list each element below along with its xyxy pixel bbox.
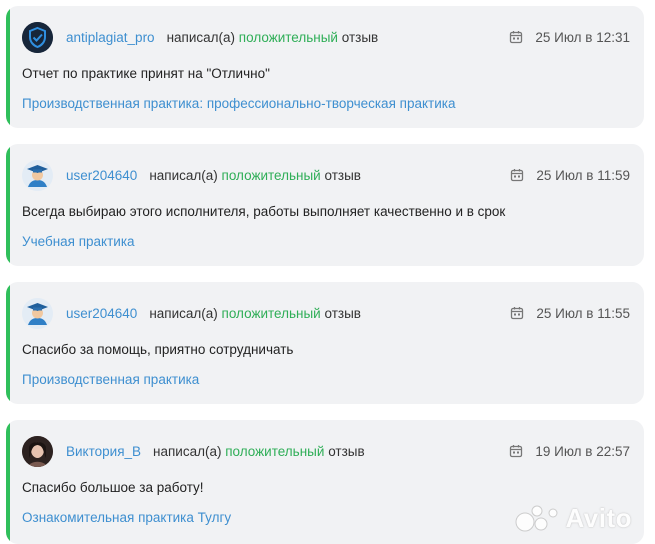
review-card: Виктория_В написал(а) положительный отзы… (6, 420, 644, 544)
author-name[interactable]: user204640 (66, 306, 137, 321)
avito-logo-icon (515, 505, 558, 531)
review-header: user204640 написал(а) положительный отзы… (22, 296, 630, 330)
sentiment-label: положительный (221, 167, 321, 183)
review-header: user204640 написал(а) положительный отзы… (22, 158, 630, 192)
review-subject-link[interactable]: Производственная практика: профессиональ… (22, 96, 455, 111)
review-text: Спасибо за помощь, приятно сотрудничать (22, 342, 294, 357)
review-subject-link[interactable]: Ознакомительная практика Тулгу (22, 510, 231, 525)
action-suffix: отзыв (328, 443, 365, 459)
sentiment-label: положительный (238, 29, 338, 45)
author-name[interactable]: Виктория_В (66, 444, 141, 459)
review-action: написал(а) положительный отзыв (167, 30, 379, 45)
author-name[interactable]: antiplagiat_pro (66, 30, 155, 45)
review-card: user204640 написал(а) положительный отзы… (6, 282, 644, 404)
avito-watermark: Avito (515, 503, 632, 534)
review-text: Всегда выбираю этого исполнителя, работы… (22, 204, 506, 219)
action-prefix: написал(а) (153, 443, 222, 459)
photo-avatar-icon (22, 435, 53, 467)
review-action: написал(а) положительный отзыв (153, 444, 365, 459)
graduate-avatar-icon (22, 159, 53, 191)
avatar[interactable] (22, 435, 53, 467)
review-card: antiplagiat_pro написал(а) положительный… (6, 6, 644, 128)
calendar-icon (510, 31, 523, 44)
action-prefix: написал(а) (166, 29, 236, 45)
review-text: Спасибо большое за работу! (22, 480, 204, 495)
avatar[interactable] (22, 297, 53, 329)
review-date: 19 Июл в 22:57 (535, 443, 630, 459)
calendar-icon (511, 307, 524, 320)
action-prefix: написал(а) (149, 305, 218, 321)
action-suffix: отзыв (341, 29, 379, 45)
action-prefix: написал(а) (149, 167, 218, 183)
review-header: Виктория_В написал(а) положительный отзы… (22, 434, 630, 468)
review-subject-link[interactable]: Производственная практика (22, 372, 199, 387)
author-name[interactable]: user204640 (66, 168, 137, 183)
action-suffix: отзыв (324, 305, 361, 321)
shield-logo-icon (22, 21, 53, 53)
review-date: 25 Июл в 11:59 (536, 167, 630, 183)
review-text: Отчет по практике принят на "Отлично" (22, 66, 270, 81)
calendar-icon (511, 169, 524, 182)
review-subject-link[interactable]: Учебная практика (22, 234, 135, 249)
review-action: написал(а) положительный отзыв (149, 306, 361, 321)
sentiment-label: положительный (221, 305, 321, 321)
sentiment-label: положительный (225, 443, 325, 459)
review-action: написал(а) положительный отзыв (149, 168, 361, 183)
watermark-text: Avito (565, 503, 632, 533)
review-header: antiplagiat_pro написал(а) положительный… (22, 20, 630, 54)
avatar[interactable] (22, 159, 53, 191)
graduate-avatar-icon (22, 297, 53, 329)
review-date: 25 Июл в 12:31 (535, 29, 630, 45)
calendar-icon (510, 445, 523, 458)
action-suffix: отзыв (324, 167, 361, 183)
review-date: 25 Июл в 11:55 (536, 305, 630, 321)
review-card: user204640 написал(а) положительный отзы… (6, 144, 644, 266)
avatar[interactable] (22, 21, 53, 53)
